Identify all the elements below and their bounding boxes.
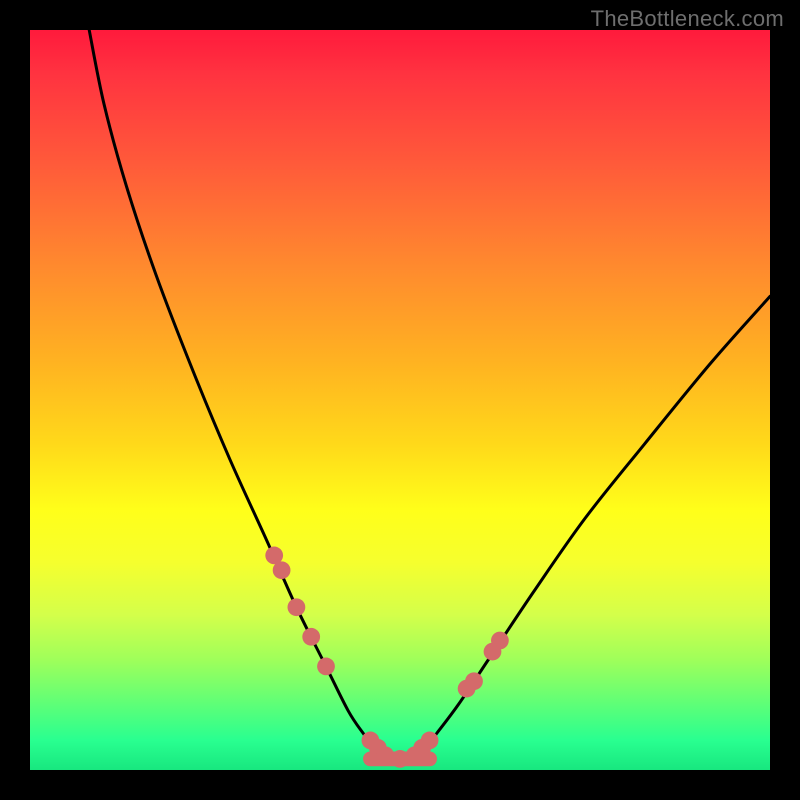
curve-markers <box>265 547 508 768</box>
curve-svg <box>30 30 770 770</box>
chart-frame: TheBottleneck.com <box>0 0 800 800</box>
plot-area <box>30 30 770 770</box>
bottleneck-curve <box>89 30 770 760</box>
watermark-text: TheBottleneck.com <box>591 6 784 32</box>
